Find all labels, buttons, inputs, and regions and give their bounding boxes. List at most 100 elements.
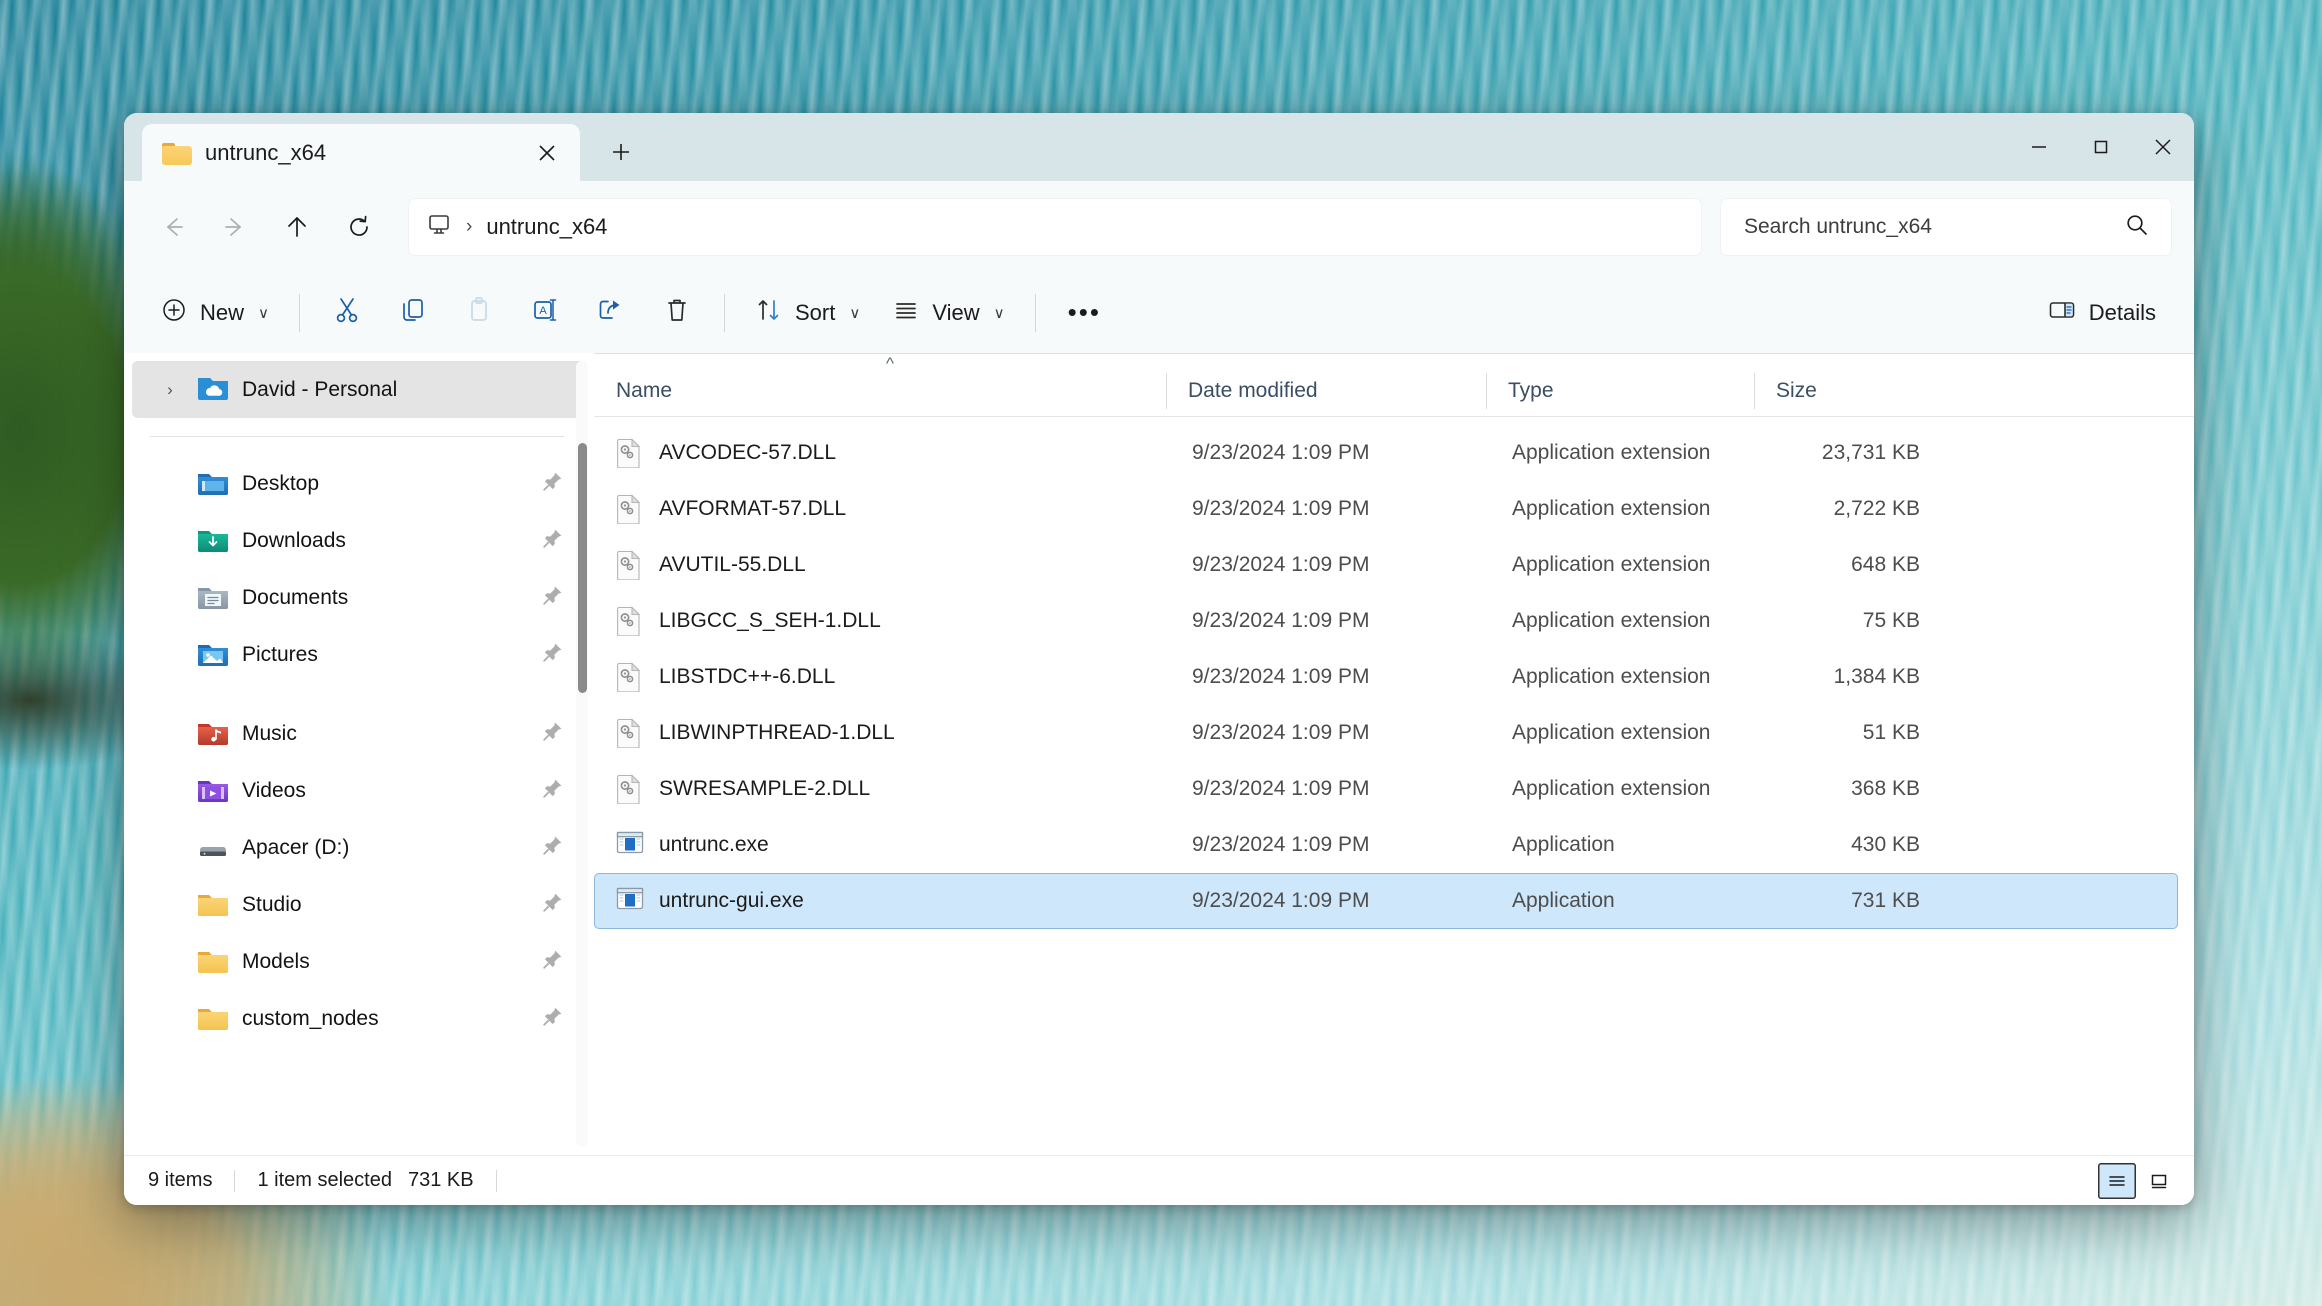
large-icons-view-button[interactable] xyxy=(2140,1163,2178,1199)
more-options-button[interactable]: ••• xyxy=(1050,285,1119,341)
file-size-cell: 51 KB xyxy=(1862,721,1920,744)
sidebar-item-david-personal[interactable]: › David - Personal xyxy=(132,361,586,418)
sidebar-item-desktop[interactable]: Desktop xyxy=(132,455,586,512)
file-name-label: LIBWINPTHREAD-1.DLL xyxy=(659,721,895,744)
delete-button[interactable] xyxy=(644,285,710,341)
file-list-pane: ^ Name Date modified Type Size AVCODEC-5… xyxy=(594,353,2194,1155)
sidebar-item-label: David - Personal xyxy=(242,377,398,401)
table-row[interactable]: LIBGCC_S_SEH-1.DLL 9/23/2024 1:09 PM Appli… xyxy=(594,593,2178,649)
tab-untrunc-x64[interactable]: untrunc_x64 xyxy=(142,124,580,181)
sidebar-item-downloads[interactable]: Downloads xyxy=(132,512,586,569)
forward-button[interactable] xyxy=(204,198,266,256)
desktop-wallpaper: untrunc_x64 › untrunc_x64 Search untrunc… xyxy=(0,0,2322,1306)
back-button[interactable] xyxy=(142,198,204,256)
plus-circle-icon xyxy=(160,296,188,330)
details-pane-button[interactable]: Details xyxy=(2031,285,2172,341)
file-type-cell: Application extension xyxy=(1512,609,1711,632)
sidebar-item-models[interactable]: Models xyxy=(132,933,586,990)
file-type-cell: Application extension xyxy=(1512,441,1711,464)
sidebar-item-pictures[interactable]: Pictures xyxy=(132,626,586,683)
cut-button[interactable] xyxy=(314,285,380,341)
table-row[interactable]: AVCODEC-57.DLL 9/23/2024 1:09 PM Applicati… xyxy=(594,425,2178,481)
sidebar-scrollbar-thumb[interactable] xyxy=(578,443,587,693)
table-row[interactable]: SWRESAMPLE-2.DLL 9/23/2024 1:09 PM Applica… xyxy=(594,761,2178,817)
new-button[interactable]: New ∨ xyxy=(144,285,285,341)
sidebar-item-studio[interactable]: Studio xyxy=(132,876,586,933)
toolbar-divider-2 xyxy=(724,294,725,332)
column-header-type[interactable]: Type xyxy=(1486,365,1754,417)
maximize-button[interactable] xyxy=(2070,113,2132,181)
pin-icon[interactable] xyxy=(542,720,564,747)
breadcrumb-current[interactable]: untrunc_x64 xyxy=(486,214,607,240)
column-header-date-modified[interactable]: Date modified xyxy=(1166,365,1486,417)
pin-icon[interactable] xyxy=(542,777,564,804)
tab-close-icon[interactable] xyxy=(528,134,566,172)
navigation-bar: › untrunc_x64 xyxy=(124,181,2194,273)
details-view-button[interactable] xyxy=(2098,1162,2136,1199)
pin-icon[interactable] xyxy=(542,527,564,554)
sidebar-item-label: Apacer (D:) xyxy=(242,835,350,859)
pin-icon[interactable] xyxy=(542,584,564,611)
file-type-cell: Application xyxy=(1512,833,1615,856)
copy-button[interactable] xyxy=(380,285,446,341)
column-header-name[interactable]: Name xyxy=(594,365,1166,417)
table-row[interactable]: AVFORMAT-57.DLL 9/23/2024 1:09 PM Applicat… xyxy=(594,481,2178,537)
details-pane-icon xyxy=(2047,295,2077,331)
sidebar-item-videos[interactable]: Videos xyxy=(132,762,586,819)
pin-icon[interactable] xyxy=(542,834,564,861)
close-button[interactable] xyxy=(2132,113,2194,181)
rename-button[interactable]: A xyxy=(512,285,578,341)
file-date-cell: 9/23/2024 1:09 PM xyxy=(1192,833,1370,856)
file-date-cell: 9/23/2024 1:09 PM xyxy=(1192,777,1370,800)
table-row[interactable]: AVUTIL-55.DLL 9/23/2024 1:09 PM Applicatio… xyxy=(594,537,2178,593)
svg-text:A: A xyxy=(539,305,547,317)
documents-folder-icon xyxy=(198,585,228,610)
sort-button[interactable]: Sort ∨ xyxy=(739,285,876,341)
column-header-size[interactable]: Size xyxy=(1754,365,1934,417)
toolbar-divider xyxy=(299,294,300,332)
exe-icon xyxy=(616,886,644,916)
search-box[interactable] xyxy=(1720,198,2172,256)
chevron-right-icon[interactable]: › xyxy=(156,380,184,400)
clipboard-icon xyxy=(464,295,494,331)
share-button[interactable] xyxy=(578,285,644,341)
sidebar-divider xyxy=(150,436,564,437)
address-bar[interactable]: › untrunc_x64 xyxy=(408,198,1702,256)
sidebar-item-documents[interactable]: Documents xyxy=(132,569,586,626)
command-bar: New ∨ A Sort ∨ View ∨ ••• Details xyxy=(124,273,2194,353)
file-type-cell: Application extension xyxy=(1512,665,1711,688)
breadcrumb-separator: › xyxy=(466,216,473,237)
new-button-label: New xyxy=(200,300,245,325)
file-name-cell: LIBWINPTHREAD-1.DLL xyxy=(598,718,1170,748)
dll-icon xyxy=(616,774,642,804)
table-row[interactable]: untrunc.exe 9/23/2024 1:09 PM Application 4… xyxy=(594,817,2178,873)
paste-button[interactable] xyxy=(446,285,512,341)
sidebar-item-custom-nodes[interactable]: custom_nodes xyxy=(132,990,586,1047)
view-button[interactable]: View ∨ xyxy=(876,285,1020,341)
table-row[interactable]: LIBWINPTHREAD-1.DLL 9/23/2024 1:09 PM Appl… xyxy=(594,705,2178,761)
videos-folder-icon xyxy=(198,778,228,803)
search-input[interactable] xyxy=(1744,215,2124,239)
search-icon[interactable] xyxy=(2124,212,2150,243)
pin-icon[interactable] xyxy=(542,948,564,975)
file-name-cell: AVUTIL-55.DLL xyxy=(598,550,1170,580)
file-size-cell: 2,722 KB xyxy=(1833,497,1920,520)
table-row[interactable]: untrunc-gui.exe 9/23/2024 1:09 PM Applicat… xyxy=(594,873,2178,929)
refresh-button[interactable] xyxy=(328,198,390,256)
file-rows: AVCODEC-57.DLL 9/23/2024 1:09 PM Applicati… xyxy=(594,417,2194,1155)
pin-icon[interactable] xyxy=(542,470,564,497)
pin-icon[interactable] xyxy=(542,891,564,918)
downloads-folder-icon xyxy=(198,528,228,553)
pin-icon[interactable] xyxy=(542,1005,564,1032)
sidebar-scrollbar[interactable] xyxy=(576,361,588,1147)
sidebar-item-apacer-d[interactable]: Apacer (D:) xyxy=(132,819,586,876)
minimize-button[interactable] xyxy=(2008,113,2070,181)
up-button[interactable] xyxy=(266,198,328,256)
pin-icon[interactable] xyxy=(542,641,564,668)
desktop-folder-icon xyxy=(198,471,228,496)
table-row[interactable]: LIBSTDC++-6.DLL 9/23/2024 1:09 PM Applicat… xyxy=(594,649,2178,705)
sidebar-item-label: Pictures xyxy=(242,642,318,666)
sidebar-item-music[interactable]: Music xyxy=(132,705,586,762)
new-tab-button[interactable] xyxy=(602,133,640,171)
file-date-cell: 9/23/2024 1:09 PM xyxy=(1192,497,1370,520)
